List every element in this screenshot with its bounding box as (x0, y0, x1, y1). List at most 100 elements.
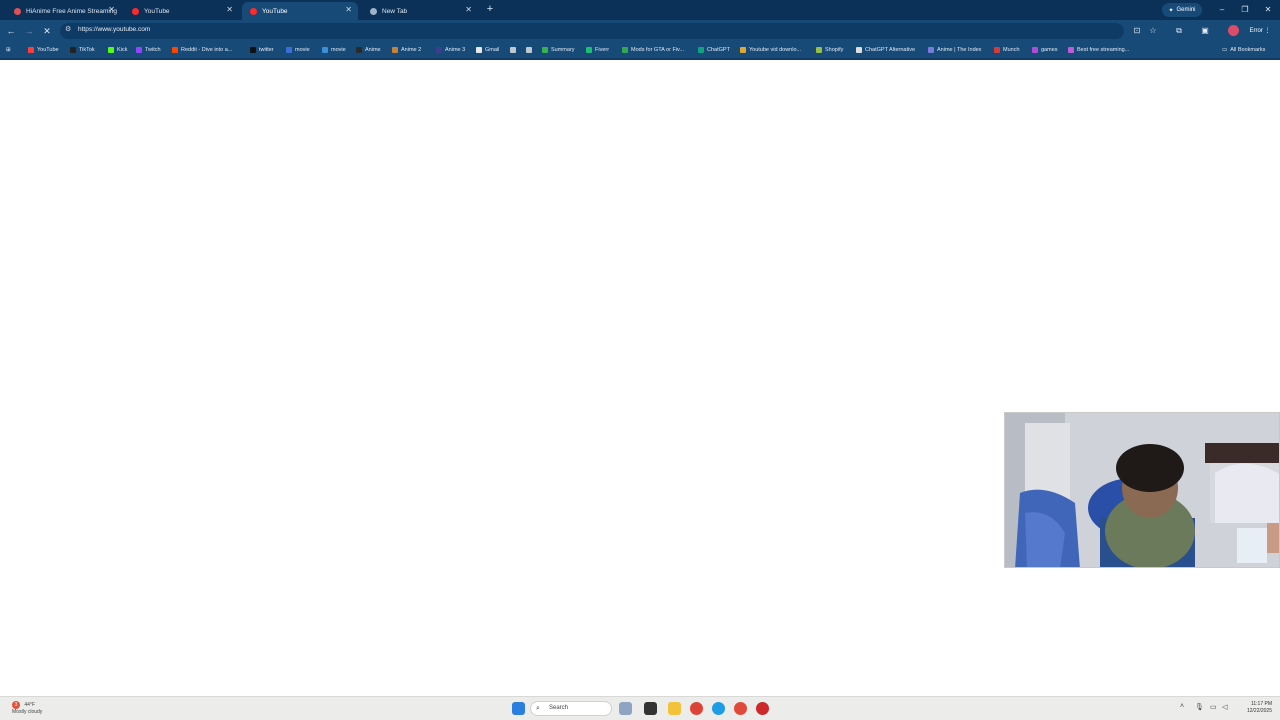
windows-start-icon[interactable] (512, 702, 525, 715)
bookmark-item[interactable]: Twitch (136, 45, 161, 55)
url-text: https://www.youtube.com (78, 26, 151, 33)
bookmark-item[interactable]: Gmail (476, 45, 499, 55)
gemini-label: Gemini (1176, 7, 1196, 13)
weather-widget[interactable]: 3 44°F Mostly cloudy (12, 701, 42, 715)
bookmark-favicon-icon (586, 47, 592, 53)
task-view-icon[interactable] (644, 702, 657, 715)
bookmark-item[interactable]: Shopify (816, 45, 843, 55)
bookmark-label: Anime 2 (401, 47, 422, 53)
bookmark-item[interactable]: Kick (108, 45, 127, 55)
extensions-icon[interactable]: ⧉ (1172, 24, 1186, 38)
network-icon[interactable]: ▭ (1210, 703, 1217, 711)
new-tab-button[interactable]: + (484, 3, 496, 15)
error-menu-button[interactable]: Error ⋮ (1244, 24, 1276, 38)
bookmark-item[interactable]: movie (322, 45, 346, 55)
chrome-app-icon[interactable] (690, 702, 703, 715)
install-app-icon[interactable]: ⊡ (1130, 24, 1144, 38)
minimize-button[interactable]: – (1212, 3, 1232, 17)
tab-new-tab[interactable]: New Tab ✕ (362, 2, 478, 20)
stop-loading-button[interactable]: ✕ (40, 24, 54, 38)
bookmark-favicon-icon (476, 47, 482, 53)
system-clock[interactable]: 11:17 PM 12/22/2025 (1236, 701, 1272, 715)
close-icon[interactable]: ✕ (345, 5, 352, 14)
microphone-icon[interactable]: 🎙 (1195, 703, 1204, 711)
sparkle-icon: ✦ (1168, 7, 1174, 14)
bookmark-item[interactable]: movie (286, 45, 310, 55)
site-info-icon[interactable]: ⚙ (65, 25, 71, 33)
bookmark-item[interactable]: Anime 3 (436, 45, 465, 55)
bookmark-favicon-icon (622, 47, 628, 53)
tab-youtube-active[interactable]: YouTube ✕ (242, 2, 358, 20)
file-explorer-icon[interactable] (668, 702, 681, 715)
bookmark-favicon-icon (28, 47, 34, 53)
bookmark-item[interactable] (526, 45, 535, 55)
bookmark-item[interactable] (510, 45, 519, 55)
bookmark-item[interactable]: ChatGPT Alternative (856, 45, 915, 55)
apps-grid-icon[interactable]: ⊞ (6, 45, 11, 55)
bookmark-item[interactable]: ChatGPT (698, 45, 730, 55)
bookmark-item[interactable]: Reddit - Dive into a... (172, 45, 232, 55)
chrome-active-app-icon[interactable] (734, 702, 747, 715)
bookmark-item[interactable]: Summary (542, 45, 575, 55)
volume-icon[interactable]: ◁ (1222, 703, 1227, 711)
windows-taskbar: 3 44°F Mostly cloudy ⌕ Search ˄ 🎙 ▭ ◁ 11… (0, 696, 1280, 720)
browser-toolbar: ← → ✕ ⚙ https://www.youtube.com ⊡ ☆ ⧉ ▣ … (0, 20, 1280, 42)
forward-button[interactable]: → (22, 24, 36, 38)
weather-temp: 44°F (24, 702, 36, 708)
tab-youtube-1[interactable]: YouTube ✕ (124, 2, 239, 20)
bookmark-item[interactable]: Anime | The Index (928, 45, 981, 55)
bookmark-favicon-icon (994, 47, 1000, 53)
bookmark-item[interactable]: Mods for GTA or Fiv... (622, 45, 684, 55)
hianime-favicon-icon (14, 7, 21, 15)
bookmark-favicon-icon (286, 47, 292, 53)
bookmark-item[interactable]: Anime 2 (392, 45, 421, 55)
bookmark-label: YouTube (37, 47, 59, 53)
bookmark-favicon-icon (698, 47, 704, 53)
bookmark-favicon-icon (70, 47, 76, 53)
bookmark-item[interactable]: TikTok (70, 45, 95, 55)
side-panel-icon[interactable]: ▣ (1198, 24, 1212, 38)
chrome-favicon-icon (370, 7, 377, 15)
bookmark-item[interactable]: Fiverr (586, 45, 609, 55)
bookmark-label: Summary (551, 47, 575, 53)
bookmark-item[interactable]: Youtube vid downlo... (740, 45, 801, 55)
page-viewport[interactable] (0, 60, 1280, 696)
tab-label: New Tab (382, 7, 408, 15)
restore-button[interactable]: ❐ (1235, 3, 1255, 17)
bookmark-item[interactable]: games (1032, 45, 1058, 55)
address-bar[interactable]: ⚙ https://www.youtube.com (60, 23, 1124, 39)
bookmark-label: Munch (1003, 47, 1020, 53)
weather-alert-icon: 3 (12, 701, 20, 709)
close-window-button[interactable]: ✕ (1258, 3, 1278, 17)
bookmark-item[interactable]: Anime (356, 45, 381, 55)
bookmark-label: Anime (365, 47, 381, 53)
tab-hianime[interactable]: HiAnime Free Anime Streaming ✕ (6, 2, 121, 20)
taskbar-search[interactable]: ⌕ Search (530, 701, 612, 716)
chevron-up-icon[interactable]: ˄ (1180, 703, 1184, 710)
widgets-app-icon[interactable] (619, 702, 632, 715)
bookmark-label: TikTok (79, 47, 95, 53)
bookmark-item[interactable]: Munch (994, 45, 1020, 55)
bookmark-item[interactable]: twitter (250, 45, 274, 55)
profile-avatar[interactable] (1228, 25, 1239, 36)
bookmark-item[interactable]: Best free streaming... (1068, 45, 1129, 55)
browser-chrome: HiAnime Free Anime Streaming ✕ YouTube ✕… (0, 0, 1280, 60)
bookmark-favicon-icon (356, 47, 362, 53)
back-button[interactable]: ← (4, 24, 18, 38)
edge-app-icon[interactable] (712, 702, 725, 715)
bookmark-favicon-icon (740, 47, 746, 53)
bookmark-label: ChatGPT (707, 47, 730, 53)
all-bookmarks-button[interactable]: ▭ All Bookmarks (1222, 45, 1265, 55)
gemini-button[interactable]: ✦ Gemini (1162, 3, 1202, 17)
close-icon[interactable]: ✕ (465, 5, 472, 14)
close-icon[interactable]: ✕ (108, 5, 115, 14)
bookmark-label: Reddit - Dive into a... (181, 47, 233, 53)
bookmark-star-icon[interactable]: ☆ (1146, 24, 1160, 38)
bookmark-label: Twitch (145, 47, 161, 53)
bookmark-favicon-icon (816, 47, 822, 53)
clock-time: 11:17 PM (1250, 701, 1272, 707)
recording-app-icon[interactable] (756, 702, 769, 715)
close-icon[interactable]: ✕ (226, 5, 233, 14)
bookmark-label: twitter (259, 47, 274, 53)
bookmark-item[interactable]: YouTube (28, 45, 59, 55)
